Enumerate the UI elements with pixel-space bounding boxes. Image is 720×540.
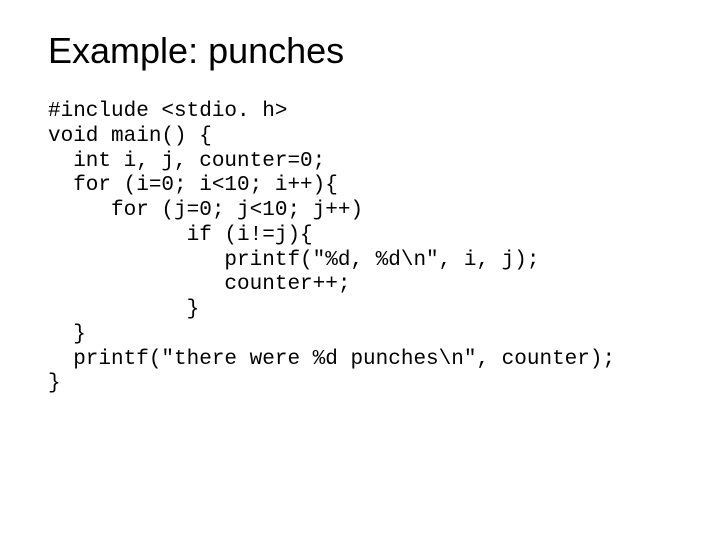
slide-title: Example: punches (48, 30, 672, 72)
slide-container: Example: punches #include <stdio. h> voi… (0, 0, 720, 427)
code-block: #include <stdio. h> void main() { int i,… (48, 100, 672, 397)
